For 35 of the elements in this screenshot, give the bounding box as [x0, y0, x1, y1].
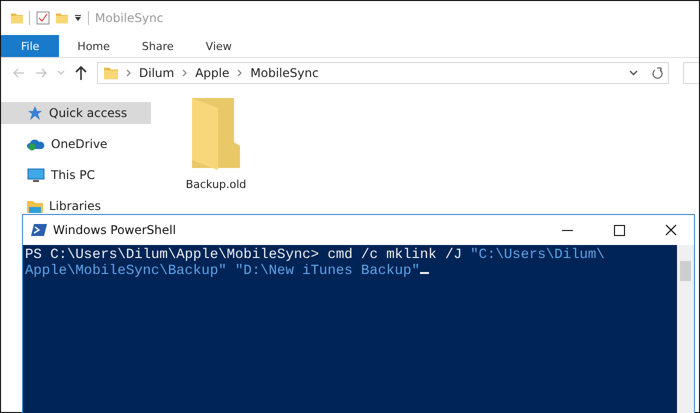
file-name[interactable]: Backup.old [186, 178, 246, 191]
up-arrow-icon[interactable] [75, 66, 87, 80]
scrollbar[interactable] [677, 245, 694, 413]
ribbon-tab[interactable]: Share [124, 35, 188, 57]
sidebar-item[interactable]: OneDrive [1, 133, 151, 155]
powershell-icon [31, 223, 47, 237]
chevron-right-icon [126, 69, 131, 77]
window-title: Windows PowerShell [53, 223, 176, 237]
dropdown-icon[interactable] [74, 14, 82, 22]
ribbon-tab[interactable]: View [188, 35, 246, 57]
refresh-icon[interactable] [652, 66, 662, 80]
ribbon-tab[interactable]: Home [59, 35, 124, 57]
chevron-down-icon[interactable] [629, 70, 638, 76]
sidebar-item[interactable]: Quick access [1, 102, 151, 124]
breadcrumb[interactable]: Dilum [139, 66, 174, 80]
maximize-icon [614, 224, 624, 236]
monitor-icon [27, 168, 45, 182]
properties-icon[interactable] [36, 11, 50, 25]
sidebar-item[interactable]: This PC [1, 164, 151, 186]
folder-icon [104, 65, 118, 81]
breadcrumb[interactable]: Apple [195, 66, 230, 80]
new-folder-icon [56, 11, 68, 25]
sidebar-item[interactable]: Libraries [1, 195, 151, 217]
cloud-icon [27, 137, 45, 151]
library-icon [27, 198, 43, 214]
ribbon-tab[interactable]: File [1, 35, 60, 57]
star-icon [27, 105, 43, 121]
folder-icon [11, 11, 23, 25]
address-bar[interactable]: Dilum Apple MobileSync [97, 62, 669, 84]
window-title: MobileSync [95, 11, 164, 25]
close-icon [665, 224, 677, 236]
chevron-right-icon [237, 69, 242, 77]
breadcrumb[interactable]: MobileSync [250, 66, 319, 80]
chevron-right-icon [182, 69, 188, 77]
search-field[interactable] [683, 62, 699, 84]
